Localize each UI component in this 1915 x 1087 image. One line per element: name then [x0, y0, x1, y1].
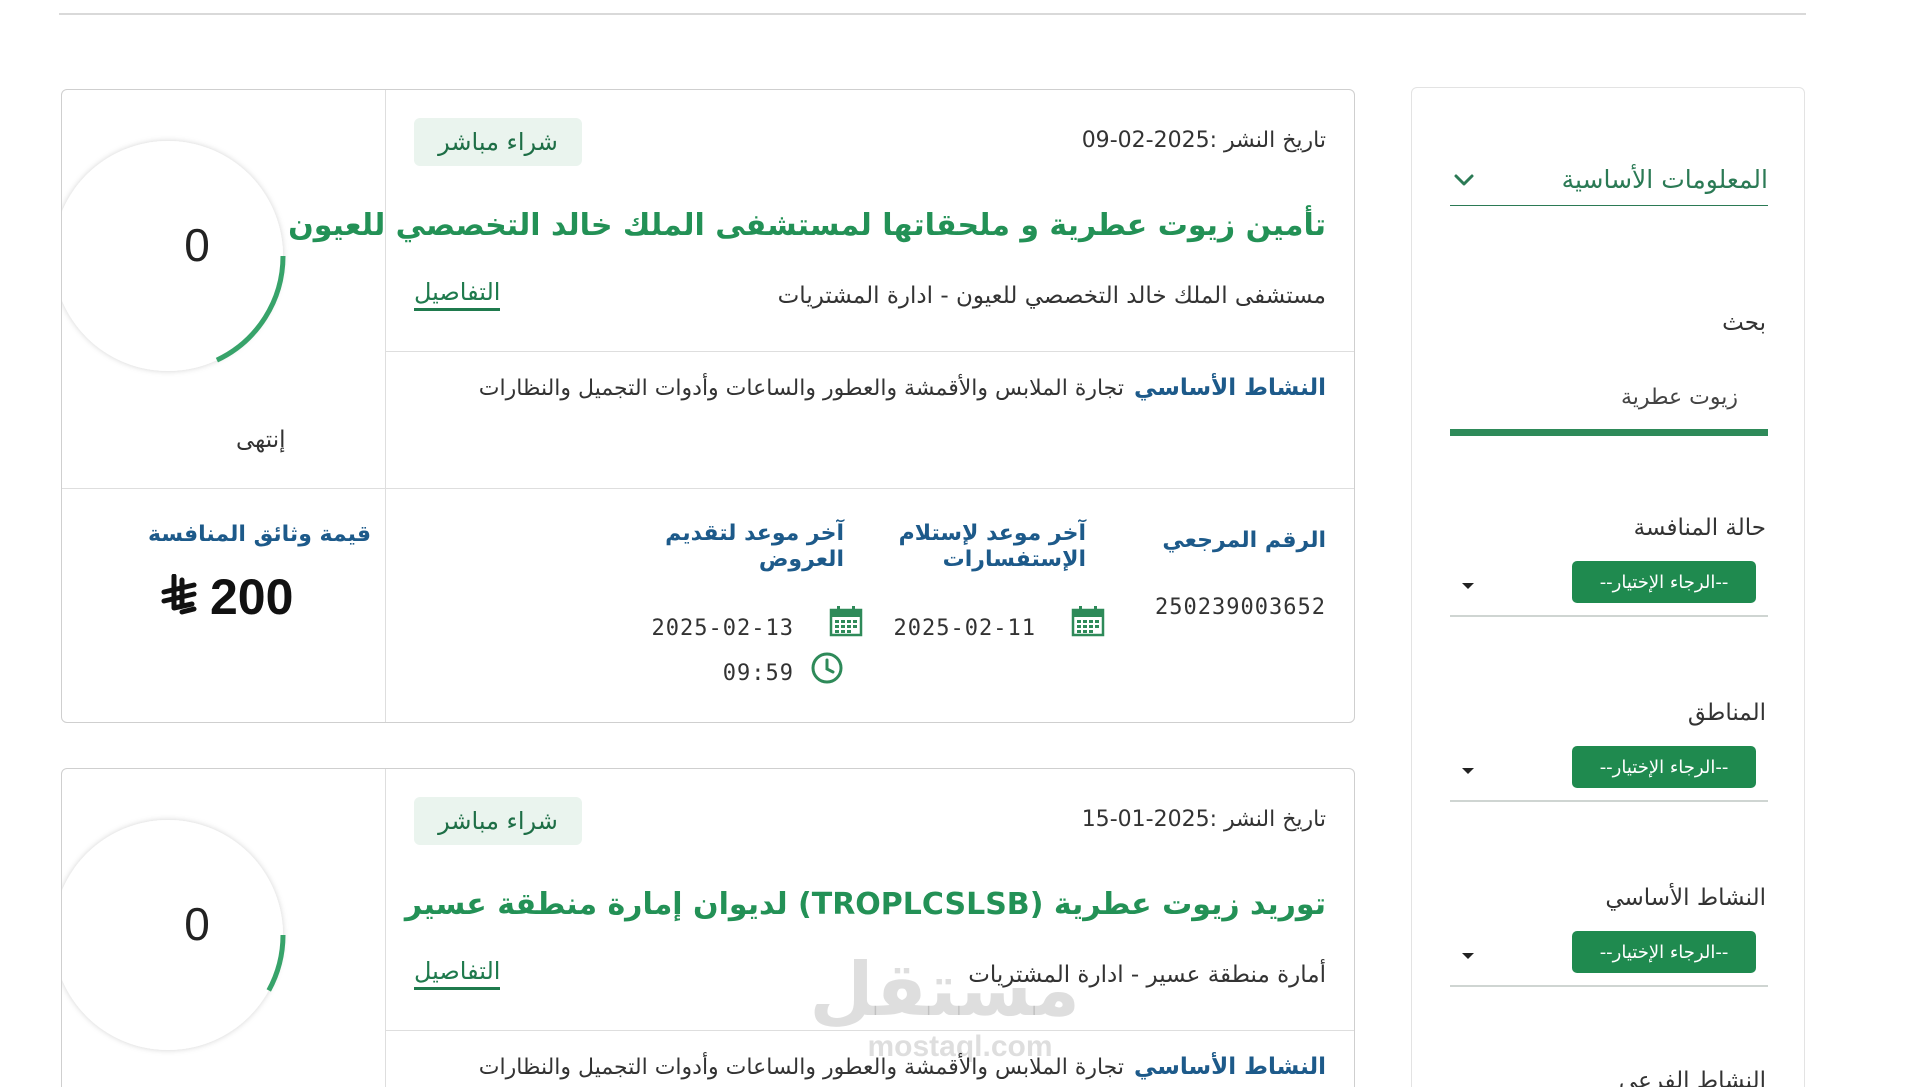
details-link[interactable]: التفاصيل: [414, 957, 501, 990]
activity-filter-label: النشاط الأساسي: [1605, 885, 1766, 911]
card-divider: [385, 90, 386, 722]
document-price: 200: [160, 568, 293, 626]
details-link[interactable]: التفاصيل: [414, 278, 501, 311]
caret-down-icon: [1462, 768, 1474, 774]
filter-sidebar: المعلومات الأساسية بحث حالة المنافسة --ا…: [1411, 87, 1805, 1087]
activity-filter-value: --الرجاء الإختيار--: [1572, 931, 1756, 973]
publish-date: تاريخ النشر :2025-02-09: [1081, 128, 1326, 153]
purchase-type-badge: شراء مباشر: [414, 118, 582, 166]
main-activity-label: النشاط الأساسي: [1134, 375, 1326, 401]
main-activity-value: تجارة الملابس والأقمشة والعطور والساعات …: [478, 376, 1124, 401]
chevron-down-icon[interactable]: [1450, 166, 1478, 194]
search-label: بحث: [1722, 310, 1766, 336]
tender-title[interactable]: توريد زيوت عطرية (TROPLCSLSB) لديوان إما…: [405, 887, 1326, 922]
remaining-days-value: 0: [184, 898, 210, 950]
tender-organization: مستشفى الملك خالد التخصصي للعيون - ادارة…: [777, 283, 1326, 309]
reference-number: 250239003652: [1155, 595, 1326, 620]
tender-card: شراء مباشر تاريخ النشر :2025-02-09 تأمين…: [61, 89, 1355, 723]
basic-info-title: المعلومات الأساسية: [1561, 165, 1768, 194]
card-divider: [385, 351, 1354, 352]
status-filter-value: --الرجاء الإختيار--: [1572, 561, 1756, 603]
region-filter-select[interactable]: --الرجاء الإختيار--: [1450, 746, 1768, 802]
status-filter-select[interactable]: --الرجاء الإختيار--: [1450, 561, 1768, 617]
card-divider: [62, 488, 1354, 489]
status-filter-label: حالة المنافسة: [1633, 515, 1766, 541]
tender-title[interactable]: تأمين زيوت عطرية و ملحقاتها لمستشفى المل…: [288, 208, 1326, 243]
card-divider: [385, 769, 386, 1087]
region-filter-label: المناطق: [1687, 700, 1766, 726]
region-filter-value: --الرجاء الإختيار--: [1572, 746, 1756, 788]
caret-down-icon: [1462, 953, 1474, 959]
tender-card: شراء مباشر تاريخ النشر :2025-01-15 توريد…: [61, 768, 1355, 1087]
activity-filter-select[interactable]: --الرجاء الإختيار--: [1450, 931, 1768, 987]
publish-date: تاريخ النشر :2025-01-15: [1081, 807, 1326, 832]
search-field[interactable]: [1450, 366, 1768, 436]
top-divider: [59, 13, 1806, 15]
calendar-icon: [829, 605, 863, 641]
basic-info-accordion[interactable]: المعلومات الأساسية: [1450, 154, 1768, 206]
offers-deadline-date: 2025-02-13: [651, 616, 794, 641]
inquiry-deadline-label: آخر موعد لإستلام الإستفسارات: [898, 521, 1086, 573]
main-activity-value: تجارة الملابس والأقمشة والعطور والساعات …: [478, 1055, 1124, 1080]
offers-deadline-time: 09:59: [722, 661, 794, 686]
search-input[interactable]: [1450, 366, 1768, 429]
reference-label: الرقم المرجعي: [1162, 528, 1326, 553]
main-activity-label: النشاط الأساسي: [1134, 1054, 1326, 1080]
purchase-type-badge: شراء مباشر: [414, 797, 582, 845]
inquiry-deadline-date: 2025-02-11: [893, 616, 1036, 641]
tender-organization: أمارة منطقة عسير - ادارة المشتريات: [968, 962, 1326, 988]
offers-deadline-label: آخر موعد لتقديم العروض: [665, 521, 844, 573]
card-divider: [385, 1030, 1354, 1031]
remaining-days-value: 0: [184, 219, 210, 271]
subactivity-filter-label: النشاط الفرعي: [1618, 1068, 1766, 1087]
document-price-value: 200: [210, 569, 294, 625]
tender-status: إنتهى: [236, 427, 286, 453]
riyal-icon: [160, 573, 198, 620]
calendar-icon: [1071, 605, 1105, 641]
document-price-label: قيمة وثائق المنافسة: [148, 522, 372, 547]
clock-icon: [810, 651, 844, 689]
caret-down-icon: [1462, 583, 1474, 589]
